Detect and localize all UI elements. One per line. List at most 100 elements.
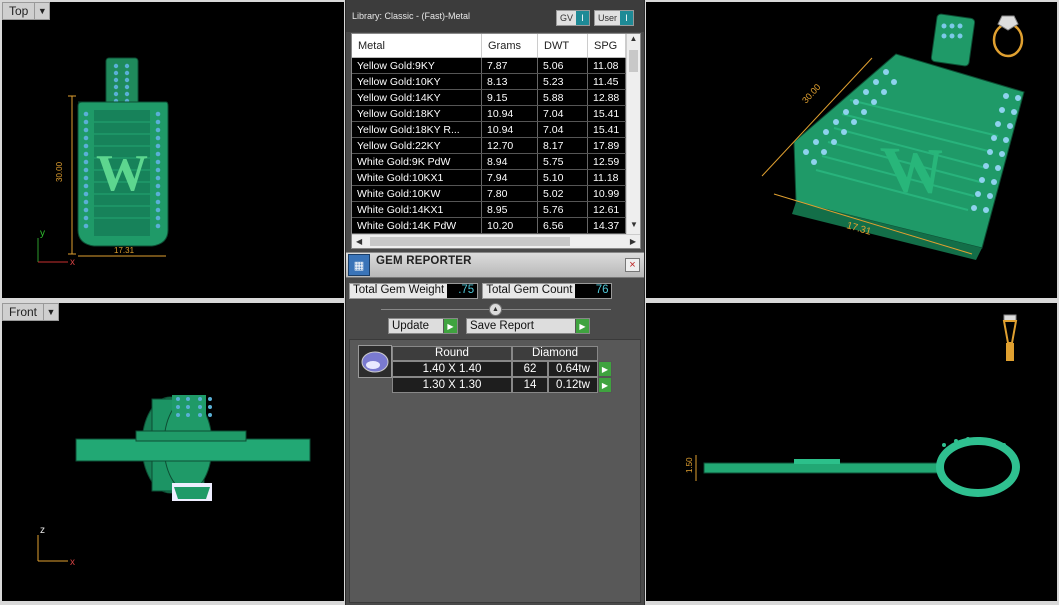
table-cell: 11.18 (588, 170, 626, 185)
total-gem-weight-value: .75 (447, 284, 478, 298)
scroll-down-icon[interactable]: ▼ (627, 220, 640, 234)
save-report-button[interactable]: Save Report ▶ (466, 318, 590, 334)
table-cell: 8.17 (538, 138, 588, 153)
table-cell: 7.04 (538, 106, 588, 121)
axis-x-label: x (70, 557, 75, 568)
table-row[interactable]: Yellow Gold:9KY 7.87 5.06 11.08 (352, 58, 626, 74)
top-letter: W (96, 145, 148, 202)
library-bar: Library: Classic - (Fast)-Metal GV I Use… (346, 0, 644, 32)
table-cell: 8.13 (482, 74, 538, 89)
total-gem-weight-label: Total Gem Weight (353, 284, 445, 296)
total-gem-count-value: 76 (575, 284, 612, 298)
table-cell: 5.88 (538, 90, 588, 105)
gem-list-area: Round Diamond 1.40 X 1.40 62 0.64tw ▶ 1.30 X… (349, 339, 641, 603)
horizontal-scrollbar[interactable]: ◀ ▶ (352, 234, 640, 248)
table-cell: 12.59 (588, 154, 626, 169)
table-row[interactable]: Yellow Gold:18KY R... 10.94 7.04 15.41 (352, 122, 626, 138)
table-row[interactable]: White Gold:10KW 7.80 5.02 10.99 (352, 186, 626, 202)
play-icon[interactable]: ▶ (443, 319, 457, 333)
gem-reporter-icon: ▦ (348, 254, 370, 276)
table-cell: 8.95 (482, 202, 538, 217)
viewport-perspective[interactable]: W 30.00 17.31 (646, 2, 1057, 298)
table-cell: 5.76 (538, 202, 588, 217)
table-cell: Yellow Gold:22KY (352, 138, 482, 153)
dim-vertical: 30.00 (55, 161, 64, 182)
table-cell: 5.75 (538, 154, 588, 169)
collapse-knob-icon[interactable]: ▲ (489, 303, 502, 316)
table-cell: 15.41 (588, 122, 626, 137)
table-cell: White Gold:9K PdW (352, 154, 482, 169)
gem-shape-header: Round (392, 346, 512, 361)
metal-table-body: Yellow Gold:9KY 7.87 5.06 11.08 Yellow Gold:… (352, 58, 626, 234)
user-toggle[interactable]: User I (593, 10, 634, 26)
gem-row[interactable]: 1.40 X 1.40 62 0.64tw ▶ (392, 361, 612, 377)
col-metal[interactable]: Metal (352, 34, 482, 57)
total-gem-count-label: Total Gem Count (486, 284, 573, 296)
gem-weight: 0.64tw (548, 361, 598, 377)
update-button-label: Update (392, 320, 430, 332)
dim-length: 30.00 (800, 82, 823, 105)
play-icon[interactable]: ▶ (598, 361, 612, 377)
table-cell: 9.15 (482, 90, 538, 105)
col-dwt[interactable]: DWT (538, 34, 588, 57)
update-button[interactable]: Update ▶ (388, 318, 458, 334)
metal-table[interactable]: Metal Grams DWT SPG Yellow Gold:9KY 7.87 5… (351, 33, 641, 249)
table-cell: 7.80 (482, 186, 538, 201)
viewport-right[interactable]: 1.50 (646, 303, 1057, 601)
table-row[interactable]: White Gold:14KX1 8.95 5.76 12.61 (352, 202, 626, 218)
table-cell: 10.99 (588, 186, 626, 201)
hscroll-thumb[interactable] (370, 237, 570, 246)
table-row[interactable]: Yellow Gold:18KY 10.94 7.04 15.41 (352, 106, 626, 122)
col-spg[interactable]: SPG (588, 34, 626, 57)
perspective-letter: W (878, 133, 951, 207)
table-cell: White Gold:14KX1 (352, 202, 482, 217)
table-row[interactable]: White Gold:10KX1 7.94 5.10 11.18 (352, 170, 626, 186)
table-cell: 14.37 (588, 218, 626, 233)
gv-toggle-label: GV (559, 13, 573, 23)
viewport-top[interactable]: Top ▼ W 30.00 17.31 y x (2, 2, 344, 298)
scroll-thumb[interactable] (629, 50, 638, 72)
gem-row[interactable]: 1.30 X 1.30 14 0.12tw ▶ (392, 377, 612, 393)
table-cell: 7.94 (482, 170, 538, 185)
table-row[interactable]: Yellow Gold:10KY 8.13 5.23 11.45 (352, 74, 626, 90)
vertical-scrollbar[interactable]: ▲ ▼ (626, 34, 640, 234)
library-title: Library: Classic - (Fast)-Metal (352, 11, 471, 21)
gem-count: 62 (512, 361, 548, 377)
table-cell: 5.10 (538, 170, 588, 185)
table-cell: 6.56 (538, 218, 588, 233)
table-cell: White Gold:10KX1 (352, 170, 482, 185)
table-cell: 10.94 (482, 122, 538, 137)
toggle-switch-icon[interactable]: I (575, 11, 589, 25)
toggle-switch-icon[interactable]: I (620, 11, 633, 25)
table-cell: 12.88 (588, 90, 626, 105)
gem-size: 1.40 X 1.40 (392, 361, 512, 377)
dim-horizontal: 17.31 (114, 246, 135, 255)
gem-type-header: Diamond (512, 346, 598, 361)
col-grams[interactable]: Grams (482, 34, 538, 57)
table-cell: Yellow Gold:10KY (352, 74, 482, 89)
table-row[interactable]: Yellow Gold:22KY 12.70 8.17 17.89 (352, 138, 626, 154)
top-view-model: W 30.00 17.31 y x (37, 57, 169, 268)
play-icon[interactable]: ▶ (598, 377, 612, 393)
table-cell: Yellow Gold:18KY R... (352, 122, 482, 137)
table-row[interactable]: White Gold:9K PdW 8.94 5.75 12.59 (352, 154, 626, 170)
ring-icon[interactable] (992, 15, 1024, 58)
axis-z-label: z (40, 525, 45, 536)
table-cell: Yellow Gold:9KY (352, 58, 482, 73)
table-cell: 10.94 (482, 106, 538, 121)
front-view-model: z x (37, 395, 311, 568)
table-cell: 15.41 (588, 106, 626, 121)
viewport-front[interactable]: Front ▼ z x (2, 303, 344, 601)
scroll-left-icon[interactable]: ◀ (356, 237, 362, 246)
scroll-right-icon[interactable]: ▶ (630, 237, 636, 246)
gv-toggle[interactable]: GV I (555, 10, 590, 26)
table-row[interactable]: White Gold:14K PdW 10.20 6.56 14.37 (352, 218, 626, 234)
close-icon[interactable]: × (625, 258, 640, 272)
table-cell: 8.94 (482, 154, 538, 169)
right-view-model: 1.50 (685, 314, 1020, 497)
table-row[interactable]: Yellow Gold:14KY 9.15 5.88 12.88 (352, 90, 626, 106)
play-icon[interactable]: ▶ (575, 319, 589, 333)
scroll-up-icon[interactable]: ▲ (627, 34, 640, 48)
pen-tool-icon[interactable] (1002, 314, 1018, 361)
table-cell: 12.61 (588, 202, 626, 217)
